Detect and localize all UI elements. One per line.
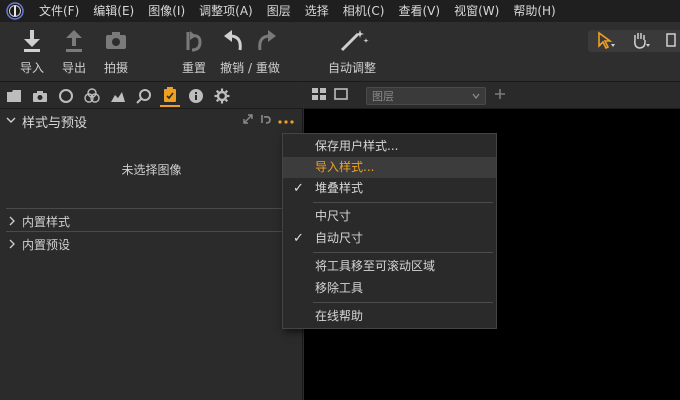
select-cursor-icon[interactable] — [596, 30, 616, 52]
divider — [6, 208, 296, 209]
menu-adjustments[interactable]: 调整项(A) — [192, 0, 260, 22]
context-menu: 保存用户样式... 导入样式... ✓ 堆叠样式 中尺寸 ✓ 自动尺寸 将工具移… — [282, 133, 497, 329]
chevron-down-icon[interactable] — [6, 114, 16, 128]
magic-wand-icon — [328, 28, 376, 54]
chevron-right-icon — [8, 238, 16, 252]
divider — [6, 231, 296, 232]
reset-button[interactable]: 重置 — [180, 28, 208, 76]
cursor-tools-group — [588, 30, 680, 52]
reset-label: 重置 — [181, 61, 206, 75]
menu-item-label: 保存用户样式... — [315, 139, 399, 153]
menu-item-move-to-scrollable[interactable]: 将工具移至可滚动区域 — [283, 256, 496, 277]
styles-icon[interactable] — [160, 85, 180, 107]
menu-layers[interactable]: 图层 — [260, 0, 298, 22]
pan-hand-icon[interactable] — [630, 31, 650, 52]
auto-adjust-label: 自动调整 — [328, 61, 377, 75]
export-icon — [60, 28, 88, 54]
more-options-icon[interactable] — [278, 114, 294, 128]
capture-button[interactable]: 拍摄 — [102, 28, 130, 76]
menu-item-import-style[interactable]: 导入样式... — [283, 157, 496, 178]
menu-separator — [313, 302, 493, 303]
menu-item-online-help[interactable]: 在线帮助 — [283, 306, 496, 327]
main-toolbar: 导入 导出 拍摄 重置 撤销 / 重做 自动调整 — [0, 22, 680, 82]
camera-icon[interactable] — [30, 85, 50, 107]
library-icon[interactable] — [4, 85, 24, 107]
reset-tool-icon[interactable] — [260, 113, 272, 128]
panel-header[interactable]: 样式与预设 — [0, 109, 302, 133]
layer-dropdown-value: 图层 — [372, 89, 394, 103]
single-view-icon[interactable] — [334, 88, 348, 103]
builtin-styles-label: 内置样式 — [22, 215, 71, 229]
expand-icon[interactable] — [242, 113, 254, 128]
color-icon[interactable] — [82, 85, 102, 107]
export-label: 导出 — [61, 61, 86, 75]
builtin-styles-section[interactable]: 内置样式 — [8, 213, 70, 230]
search-icon[interactable] — [134, 85, 154, 107]
app-logo-icon[interactable] — [4, 1, 26, 21]
menu-item-auto-size[interactable]: ✓ 自动尺寸 — [283, 228, 496, 249]
menu-separator — [313, 202, 493, 203]
chevron-down-icon — [472, 89, 480, 102]
capture-label: 拍摄 — [103, 61, 128, 75]
menu-help[interactable]: 帮助(H) — [506, 0, 562, 22]
undo-redo-button[interactable]: 撤销 / 重做 — [220, 28, 280, 76]
menu-item-label: 在线帮助 — [315, 309, 364, 323]
styles-presets-panel: 样式与预设 未选择图像 内置样式 内置预设 — [0, 109, 303, 400]
viewer-toolbar: 图层 — [304, 83, 680, 109]
menu-file[interactable]: 文件(F) — [32, 0, 86, 22]
menu-item-label: 堆叠样式 — [315, 181, 364, 195]
menu-camera[interactable]: 相机(C) — [336, 0, 392, 22]
no-image-selected-message: 未选择图像 — [121, 163, 182, 177]
crop-tool-icon[interactable] — [664, 31, 678, 52]
menu-item-stack-styles[interactable]: ✓ 堆叠样式 — [283, 178, 496, 199]
builtin-presets-section[interactable]: 内置预设 — [8, 236, 70, 253]
import-label: 导入 — [19, 61, 44, 75]
import-icon — [18, 28, 46, 54]
checkmark-icon: ✓ — [293, 231, 304, 246]
menu-item-label: 中尺寸 — [315, 209, 352, 223]
lens-icon[interactable] — [56, 85, 76, 107]
undo-redo-label: 撤销 / 重做 — [220, 61, 280, 75]
camera-icon — [102, 28, 130, 54]
menu-item-medium-size[interactable]: 中尺寸 — [283, 206, 496, 227]
tool-tab-row — [0, 83, 303, 109]
panel-title: 样式与预设 — [22, 115, 88, 131]
info-icon[interactable] — [186, 85, 206, 107]
menu-item-save-user-style[interactable]: 保存用户样式... — [283, 136, 496, 157]
menu-window[interactable]: 视窗(W) — [447, 0, 506, 22]
checkmark-icon: ✓ — [293, 181, 304, 196]
menu-item-label: 移除工具 — [315, 281, 364, 295]
auto-adjust-button[interactable]: 自动调整 — [328, 28, 376, 76]
reset-icon — [180, 28, 208, 54]
menu-separator — [313, 252, 493, 253]
import-button[interactable]: 导入 — [18, 28, 46, 76]
add-layer-icon[interactable] — [494, 88, 506, 103]
menu-view[interactable]: 查看(V) — [392, 0, 448, 22]
export-button[interactable]: 导出 — [60, 28, 88, 76]
undo-redo-icon — [220, 28, 280, 54]
menu-bar: 文件(F) 编辑(E) 图像(I) 调整项(A) 图层 选择 相机(C) 查看(… — [0, 0, 680, 22]
menu-item-label: 导入样式... — [315, 160, 375, 174]
menu-edit[interactable]: 编辑(E) — [86, 0, 141, 22]
exposure-icon[interactable] — [108, 85, 128, 107]
menu-select[interactable]: 选择 — [298, 0, 336, 22]
grid-view-icon[interactable] — [312, 88, 326, 103]
settings-icon[interactable] — [212, 85, 232, 107]
builtin-presets-label: 内置预设 — [22, 238, 71, 252]
menu-item-remove-tool[interactable]: 移除工具 — [283, 278, 496, 299]
chevron-right-icon — [8, 215, 16, 229]
menu-image[interactable]: 图像(I) — [141, 0, 192, 22]
layer-dropdown[interactable]: 图层 — [366, 86, 486, 105]
menu-item-label: 将工具移至可滚动区域 — [315, 259, 436, 273]
menu-item-label: 自动尺寸 — [315, 231, 364, 245]
